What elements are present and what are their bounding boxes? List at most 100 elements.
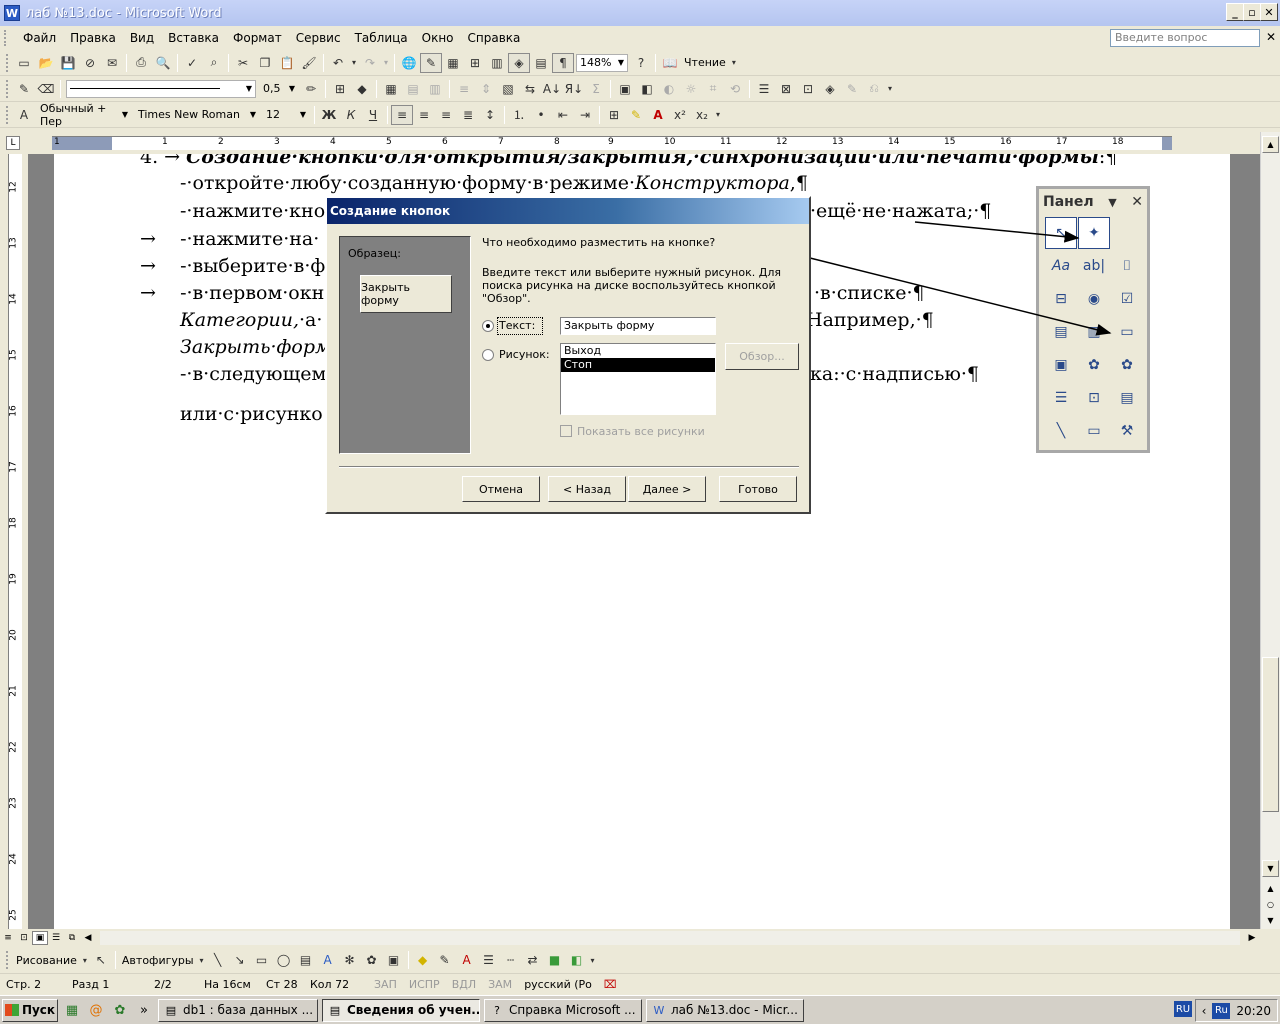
image-control-icon[interactable]: ◧ [636, 79, 658, 99]
justify-icon[interactable]: ≣ [457, 105, 479, 125]
picture-icon[interactable]: ▣ [383, 950, 405, 970]
restore-button[interactable]: ▫ [1243, 3, 1261, 21]
decrease-indent-icon[interactable]: ⇤ [552, 105, 574, 125]
oval-icon[interactable]: ◯ [273, 950, 295, 970]
format-painter-icon[interactable]: 🖌 [298, 53, 320, 73]
bullets-icon[interactable]: • [530, 105, 552, 125]
reading-mode-icon[interactable]: 📖 [659, 53, 681, 73]
outside-border-icon[interactable]: ⊞ [329, 79, 351, 99]
toolbox-close-icon[interactable]: ✕ [1131, 194, 1143, 210]
dash-style-icon[interactable]: ┄ [500, 950, 522, 970]
brightness-icon[interactable]: ☼ [680, 79, 702, 99]
draw-table-icon[interactable]: ✎ [13, 79, 35, 99]
crop-icon[interactable]: ⌗ [702, 79, 724, 99]
spelling-status-icon[interactable]: ⌧ [598, 978, 623, 991]
back-button[interactable]: < Назад [548, 476, 626, 502]
toolbar-options-3-icon[interactable]: ▾ [713, 105, 723, 125]
picture-list-item-selected[interactable]: Стоп [561, 358, 715, 372]
toolbox-panel[interactable]: Панел ▼ ✕ ↖ ✦ Aa ab| ⌷ ⊟ ◉ ☑ ▤ ▥ ▭ ▣ ✿ ✿… [1036, 186, 1150, 453]
hyperlink-icon[interactable]: 🌐 [398, 53, 420, 73]
research-icon[interactable]: ⌕ [203, 53, 225, 73]
picture-radio[interactable] [482, 349, 494, 361]
outline-view-icon[interactable]: ☰ [48, 931, 64, 945]
tab-selector[interactable]: L [6, 136, 20, 150]
horizontal-ruler[interactable]: L 1 1 2 3 4 5 6 7 8 9 10 11 12 13 14 15 … [0, 132, 1280, 154]
open-icon[interactable]: 📂 [35, 53, 57, 73]
subscript-icon[interactable]: x₂ [691, 105, 713, 125]
drawing-menu[interactable]: Рисование [13, 954, 80, 967]
page-break-tool-icon[interactable]: ☰ [1045, 382, 1077, 414]
line-icon[interactable]: ╲ [207, 950, 229, 970]
italic-icon[interactable]: К [340, 105, 362, 125]
task-help[interactable]: ? Справка Microsoft ... [484, 998, 642, 1022]
print-preview-icon[interactable]: 🔍 [152, 53, 174, 73]
distribute-rows-icon[interactable]: ⇕ [475, 79, 497, 99]
toolbox-menu-icon[interactable]: ▼ [1108, 196, 1116, 209]
ask-question-input[interactable]: Введите вопрос [1110, 29, 1260, 47]
option-button-tool-icon[interactable]: ◉ [1078, 283, 1110, 315]
reading-mode-label[interactable]: Чтение [681, 56, 729, 69]
ruler-bar[interactable]: 1 1 2 3 4 5 6 7 8 9 10 11 12 13 14 15 16… [52, 136, 1172, 150]
picture-list[interactable]: Выход Стоп [560, 343, 716, 415]
set-transparent-icon[interactable]: ✎ [841, 79, 863, 99]
task-student-info[interactable]: ▤ Сведения об учен... [322, 998, 480, 1022]
option-group-tool-icon[interactable]: ⌷ [1111, 250, 1143, 282]
prev-page-icon[interactable]: ▲ [1262, 880, 1279, 897]
font-color-draw-icon[interactable]: A [456, 950, 478, 970]
menu-grip[interactable] [4, 30, 8, 46]
insert-table-2-icon[interactable]: ▦ [380, 79, 402, 99]
menu-window[interactable]: Окно [415, 31, 461, 45]
rectangle-icon[interactable]: ▭ [251, 950, 273, 970]
style-combo[interactable]: Обычный + Пер ▼ [37, 102, 131, 128]
diagram-icon[interactable]: ✻ [339, 950, 361, 970]
paste-icon[interactable]: 📋 [276, 53, 298, 73]
menu-edit[interactable]: Правка [63, 31, 123, 45]
task-word-doc[interactable]: Wлаб №13.doc - Micr... [646, 998, 804, 1022]
help-icon[interactable]: ? [630, 53, 652, 73]
quicklaunch-mail-icon[interactable]: @ [86, 1000, 106, 1020]
text-direction-icon[interactable]: ⇆ [519, 79, 541, 99]
list-box-tool-icon[interactable]: ▥ [1078, 316, 1110, 348]
language-bar[interactable]: RU [1174, 1001, 1192, 1017]
sort-descending-icon[interactable]: Я↓ [563, 79, 585, 99]
browse-button[interactable]: Обзор... [725, 343, 799, 370]
document-map-icon[interactable]: ▤ [530, 53, 552, 73]
shadow-icon[interactable]: ■ [544, 950, 566, 970]
scroll-right-icon[interactable]: ▶ [1244, 931, 1260, 945]
styles-icon[interactable]: A [13, 105, 35, 125]
print-layout-icon[interactable]: ▣ [32, 931, 48, 945]
line-style-combo[interactable]: ▼ [66, 79, 256, 98]
scroll-left-icon[interactable]: ◀ [80, 931, 96, 945]
minimize-button[interactable]: _ [1226, 3, 1244, 21]
task-db1[interactable]: ▤ db1 : база данных ... [158, 998, 318, 1022]
reset-picture-icon[interactable]: ⎌ [863, 79, 885, 99]
toolbox-header[interactable]: Панел ▼ ✕ [1039, 189, 1147, 215]
picture-list-item[interactable]: Выход [561, 344, 715, 358]
horizontal-scroll-track[interactable] [100, 931, 1240, 945]
borders-icon[interactable]: ⊞ [603, 105, 625, 125]
textbox-tool-icon[interactable]: ab| [1078, 250, 1110, 282]
merge-cells-icon[interactable]: ▤ [402, 79, 424, 99]
close-document-icon[interactable]: ✕ [1266, 30, 1276, 44]
toolbar-options-icon[interactable]: ▾ [729, 53, 739, 73]
line-spacing-icon[interactable]: ↕ [479, 105, 501, 125]
image-tool-icon[interactable]: ▣ [1045, 349, 1077, 381]
menu-tools[interactable]: Сервис [289, 31, 348, 45]
redo-dropdown-icon[interactable]: ▾ [381, 53, 391, 73]
superscript-icon[interactable]: x² [669, 105, 691, 125]
tray-collapse-icon[interactable]: ‹ [1202, 1004, 1207, 1018]
dialog-title[interactable]: Создание кнопок [327, 198, 809, 224]
combo-box-tool-icon[interactable]: ▤ [1045, 316, 1077, 348]
show-all-pictures-checkbox[interactable] [560, 425, 572, 437]
save-icon[interactable]: 💾 [57, 53, 79, 73]
tables-borders-icon[interactable]: ✎ [420, 52, 442, 73]
border-color-icon[interactable]: ✏ [300, 79, 322, 99]
arrow-icon[interactable]: ↘ [229, 950, 251, 970]
spelling-icon[interactable]: ✓ [181, 53, 203, 73]
status-ext[interactable]: ВДЛ [446, 978, 482, 991]
unbound-object-tool-icon[interactable]: ✿ [1078, 349, 1110, 381]
drawing-options-icon[interactable]: ▾ [588, 950, 598, 970]
rotate-icon[interactable]: ⟲ [724, 79, 746, 99]
scroll-thumb[interactable] [1262, 657, 1279, 812]
close-button[interactable]: ✕ [1260, 3, 1278, 21]
